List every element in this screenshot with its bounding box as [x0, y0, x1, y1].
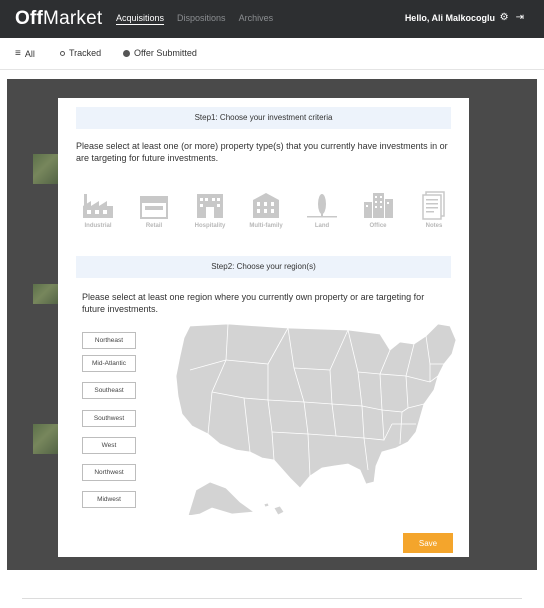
- filter-tracked-label: Tracked: [69, 48, 102, 58]
- filter-offer-submitted-label: Offer Submitted: [134, 48, 197, 58]
- property-type-label: Notes: [425, 223, 443, 229]
- property-type-industrial[interactable]: Industrial: [76, 190, 120, 234]
- property-type-label: Retail: [145, 223, 163, 229]
- property-type-multi-family[interactable]: Multi-family: [244, 190, 288, 234]
- property-type-label: Hospitality: [194, 223, 226, 229]
- user-greeting: Hello, Ali Malkocoglu: [404, 13, 495, 23]
- nav-icons: ⚙ ⇥: [500, 12, 524, 23]
- eye-icon: [60, 50, 65, 56]
- investment-criteria-modal: Step1: Choose your investment criteria P…: [58, 98, 469, 557]
- nav-link-dispositions[interactable]: Dispositions: [177, 13, 226, 23]
- step1-prompt: Please select at least one (or more) pro…: [76, 141, 448, 163]
- logout-icon[interactable]: ⇥: [516, 12, 524, 23]
- filter-tracked[interactable]: Tracked: [60, 48, 101, 58]
- tree-icon: [307, 194, 337, 218]
- region-northeast-button[interactable]: Northeast: [82, 332, 136, 349]
- office-building-icon: [364, 193, 393, 218]
- region-midwest-button[interactable]: Midwest: [82, 491, 136, 508]
- apartment-icon: [253, 193, 279, 218]
- property-type-label: Multi-family: [249, 223, 283, 229]
- filter-bar: ≡ All Tracked Offer Submitted: [0, 38, 544, 70]
- filter-all-label: All: [24, 48, 35, 59]
- settings-icon[interactable]: ⚙: [500, 12, 509, 23]
- property-type-list: Industrial Retail Hospitality Multi-fami…: [76, 190, 456, 234]
- us-region-map[interactable]: [168, 320, 463, 515]
- property-type-land[interactable]: Land: [300, 190, 344, 234]
- list-icon: ≡: [15, 48, 21, 59]
- property-type-hospitality[interactable]: Hospitality: [188, 190, 232, 234]
- region-west-button[interactable]: West: [82, 437, 136, 454]
- step1-header: Step1: Choose your investment criteria: [76, 107, 451, 129]
- region-northwest-button[interactable]: Northwest: [82, 464, 136, 481]
- region-southwest-button[interactable]: Southwest: [82, 410, 136, 427]
- circle-icon: [123, 49, 130, 57]
- nav-link-acquisitions[interactable]: Acquisitions: [116, 13, 164, 23]
- property-type-office[interactable]: Office: [356, 190, 400, 234]
- property-type-label: Office: [369, 223, 387, 229]
- step2-header: Step2: Choose your region(s): [76, 256, 451, 278]
- nav-link-archives[interactable]: Archives: [239, 13, 274, 23]
- hotel-icon: [197, 194, 223, 218]
- document-icon: [422, 191, 445, 220]
- storefront-icon: [140, 196, 168, 219]
- property-type-retail[interactable]: Retail: [132, 190, 176, 234]
- property-type-label: Land: [314, 223, 330, 229]
- save-button[interactable]: Save: [403, 533, 453, 553]
- filter-all[interactable]: ≡ All: [15, 48, 35, 59]
- factory-icon: [83, 194, 113, 218]
- filter-offer-submitted[interactable]: Offer Submitted: [123, 48, 197, 58]
- nav-links: Acquisitions Dispositions Archives: [116, 13, 273, 23]
- step2-prompt: Please select at least one region where …: [82, 292, 425, 314]
- property-type-notes[interactable]: Notes: [412, 190, 456, 234]
- region-southeast-button[interactable]: Southeast: [82, 382, 136, 399]
- top-nav: OffMarket Acquisitions Dispositions Arch…: [0, 0, 544, 38]
- divider: [22, 598, 522, 599]
- region-mid-atlantic-button[interactable]: Mid-Atlantic: [82, 355, 136, 372]
- property-type-label: Industrial: [84, 223, 112, 229]
- logo[interactable]: OffMarket: [15, 8, 102, 30]
